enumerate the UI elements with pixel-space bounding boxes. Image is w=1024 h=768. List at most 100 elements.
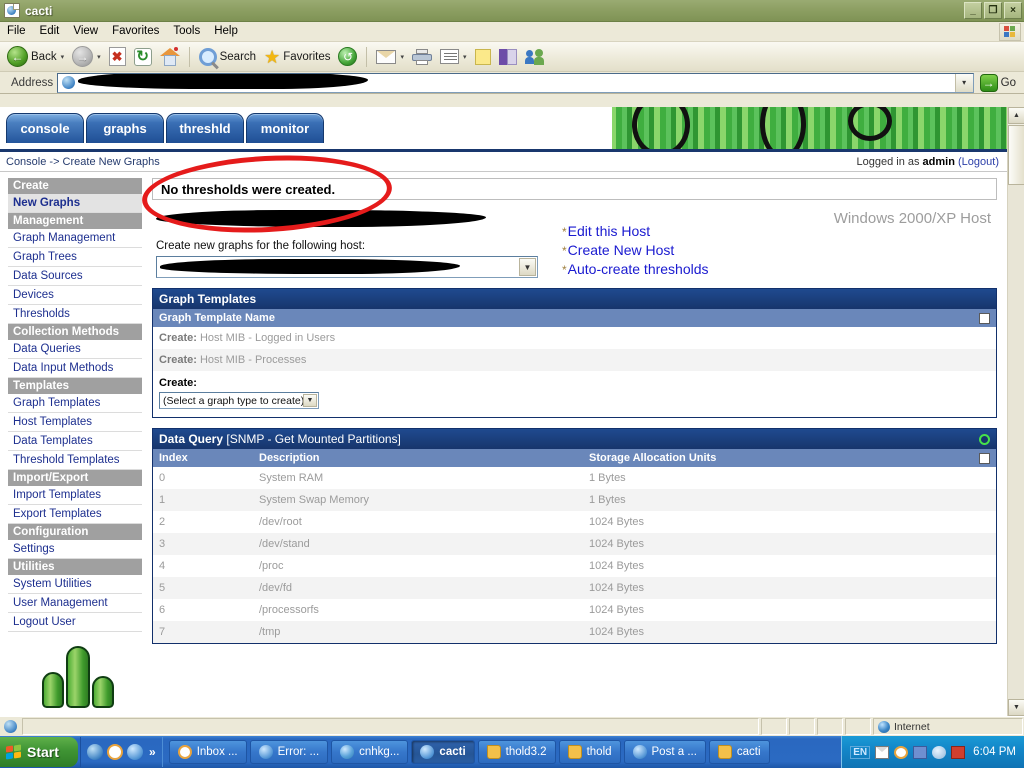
- security-zone-cell[interactable]: Internet: [873, 718, 1023, 735]
- address-dropdown-button[interactable]: ▾: [954, 73, 973, 92]
- scrollbar-thumb[interactable]: [1008, 125, 1024, 185]
- quicklaunch-overflow-icon[interactable]: »: [149, 745, 156, 759]
- table-row[interactable]: Create: Host MIB - Logged in Users: [153, 327, 996, 349]
- scrollbar-track[interactable]: [1008, 185, 1024, 699]
- menu-item-favorites[interactable]: Favorites: [105, 23, 166, 40]
- host-select[interactable]: ▼: [156, 256, 538, 278]
- language-indicator[interactable]: EN: [850, 745, 871, 759]
- scroll-down-button[interactable]: ▼: [1008, 699, 1024, 716]
- menu-item-file[interactable]: File: [0, 23, 33, 40]
- column-storage-allocation-units[interactable]: Storage Allocation Units: [589, 452, 979, 464]
- clock-quicklaunch-icon[interactable]: [107, 744, 123, 760]
- sidebar-item-data-input-methods[interactable]: Data Input Methods: [8, 359, 142, 378]
- logout-link[interactable]: (Logout): [958, 156, 999, 168]
- back-button[interactable]: ← Back ▾: [4, 45, 67, 69]
- task-button-post[interactable]: Post a ...: [623, 740, 706, 764]
- task-button-inbox[interactable]: Inbox ...: [168, 740, 247, 764]
- task-button-error[interactable]: Error: ...: [249, 740, 329, 764]
- select-all-checkbox[interactable]: [979, 452, 990, 464]
- chevron-down-icon[interactable]: ▼: [303, 394, 317, 407]
- task-button-thold[interactable]: thold: [558, 740, 621, 764]
- sidebar-item-graph-trees[interactable]: Graph Trees: [8, 248, 142, 267]
- link-create-new-host[interactable]: *Create New Host: [562, 241, 709, 260]
- menu-item-help[interactable]: Help: [207, 23, 245, 40]
- messenger-button[interactable]: [522, 45, 548, 69]
- graph-type-select[interactable]: (Select a graph type to create) ▼: [159, 392, 319, 409]
- mail-button[interactable]: ▾: [373, 45, 407, 69]
- scroll-up-button[interactable]: ▲: [1008, 107, 1024, 124]
- table-row[interactable]: 3 /dev/stand 1024 Bytes: [153, 533, 996, 555]
- system-clock[interactable]: 6:04 PM: [973, 746, 1016, 758]
- task-button-thold32[interactable]: thold3.2: [477, 740, 556, 764]
- sidebar-item-import-templates[interactable]: Import Templates: [8, 486, 142, 505]
- sidebar-item-logout-user[interactable]: Logout User: [8, 613, 142, 632]
- restore-button[interactable]: ❐: [984, 2, 1002, 19]
- tab-console[interactable]: console: [6, 113, 84, 143]
- sidebar-item-user-management[interactable]: User Management: [8, 594, 142, 613]
- sidebar-item-export-templates[interactable]: Export Templates: [8, 505, 142, 524]
- research-button[interactable]: [496, 45, 520, 69]
- clock-tray-icon[interactable]: [894, 745, 909, 759]
- column-description[interactable]: Description: [259, 452, 589, 464]
- browser-quicklaunch-icon[interactable]: [127, 744, 143, 760]
- edit-dropdown-caret-icon[interactable]: ▾: [463, 53, 467, 61]
- sidebar-item-data-sources[interactable]: Data Sources: [8, 267, 142, 286]
- edit-button[interactable]: ▾: [437, 45, 470, 69]
- link-edit-this-host[interactable]: *Edit this Host: [562, 222, 709, 241]
- sidebar-item-host-templates[interactable]: Host Templates: [8, 413, 142, 432]
- print-button[interactable]: [409, 45, 435, 69]
- tab-threshld[interactable]: threshld: [166, 113, 244, 143]
- task-button-cacti-browser[interactable]: cacti: [411, 740, 475, 764]
- table-row[interactable]: 1 System Swap Memory 1 Bytes: [153, 489, 996, 511]
- page-scrollbar[interactable]: ▲ ▼: [1007, 107, 1024, 716]
- network-tray-icon[interactable]: [913, 745, 928, 759]
- home-button[interactable]: [157, 45, 183, 69]
- mail-dropdown-caret-icon[interactable]: ▾: [400, 53, 404, 61]
- select-all-checkbox[interactable]: [979, 312, 990, 324]
- stop-button[interactable]: ✖: [106, 45, 129, 69]
- task-button-cnhkg[interactable]: cnhkg...: [331, 740, 409, 764]
- sidebar-item-data-queries[interactable]: Data Queries: [8, 340, 142, 359]
- menu-item-tools[interactable]: Tools: [166, 23, 207, 40]
- sidebar-item-threshold-templates[interactable]: Threshold Templates: [8, 451, 142, 470]
- tab-monitor[interactable]: monitor: [246, 113, 324, 143]
- sidebar-item-system-utilities[interactable]: System Utilities: [8, 575, 142, 594]
- sidebar-item-graph-templates[interactable]: Graph Templates: [8, 394, 142, 413]
- refresh-button[interactable]: [131, 45, 155, 69]
- sidebar-item-thresholds[interactable]: Thresholds: [8, 305, 142, 324]
- task-button-cacti-folder[interactable]: cacti: [708, 740, 770, 764]
- minimize-button[interactable]: _: [964, 2, 982, 19]
- breadcrumb[interactable]: Console -> Create New Graphs: [6, 156, 160, 168]
- close-button[interactable]: ×: [1004, 2, 1022, 19]
- menu-item-view[interactable]: View: [66, 23, 105, 40]
- chevron-down-icon[interactable]: ▼: [519, 258, 536, 276]
- back-dropdown-caret-icon[interactable]: ▾: [61, 53, 65, 61]
- forward-button[interactable]: → ▾: [69, 45, 104, 69]
- table-row[interactable]: 4 /proc 1024 Bytes: [153, 555, 996, 577]
- ie-quicklaunch-icon[interactable]: [87, 744, 103, 760]
- sidebar-item-devices[interactable]: Devices: [8, 286, 142, 305]
- address-input[interactable]: ▾: [57, 72, 974, 93]
- search-button[interactable]: Search: [196, 45, 259, 69]
- notes-button[interactable]: [472, 45, 494, 69]
- table-row[interactable]: 5 /dev/fd 1024 Bytes: [153, 577, 996, 599]
- table-row[interactable]: Create: Host MIB - Processes: [153, 349, 996, 371]
- tab-graphs[interactable]: graphs: [86, 113, 164, 143]
- monitor-tray-icon[interactable]: [951, 745, 966, 759]
- start-button[interactable]: Start: [0, 737, 78, 767]
- status-led-icon[interactable]: [979, 433, 990, 445]
- sidebar-item-new-graphs[interactable]: New Graphs: [8, 194, 142, 213]
- link-auto-create-thresholds[interactable]: *Auto-create thresholds: [562, 260, 709, 279]
- mail-tray-icon[interactable]: [875, 745, 890, 759]
- sidebar-item-settings[interactable]: Settings: [8, 540, 142, 559]
- shield-tray-icon[interactable]: [932, 745, 947, 759]
- sidebar-item-graph-management[interactable]: Graph Management: [8, 229, 142, 248]
- forward-dropdown-caret-icon[interactable]: ▾: [97, 53, 101, 61]
- menu-item-edit[interactable]: Edit: [33, 23, 67, 40]
- table-row[interactable]: 6 /processorfs 1024 Bytes: [153, 599, 996, 621]
- go-button[interactable]: → Go: [978, 73, 1021, 92]
- history-button[interactable]: [335, 45, 360, 69]
- table-row[interactable]: 2 /dev/root 1024 Bytes: [153, 511, 996, 533]
- table-row[interactable]: 7 /tmp 1024 Bytes: [153, 621, 996, 643]
- table-row[interactable]: 0 System RAM 1 Bytes: [153, 467, 996, 489]
